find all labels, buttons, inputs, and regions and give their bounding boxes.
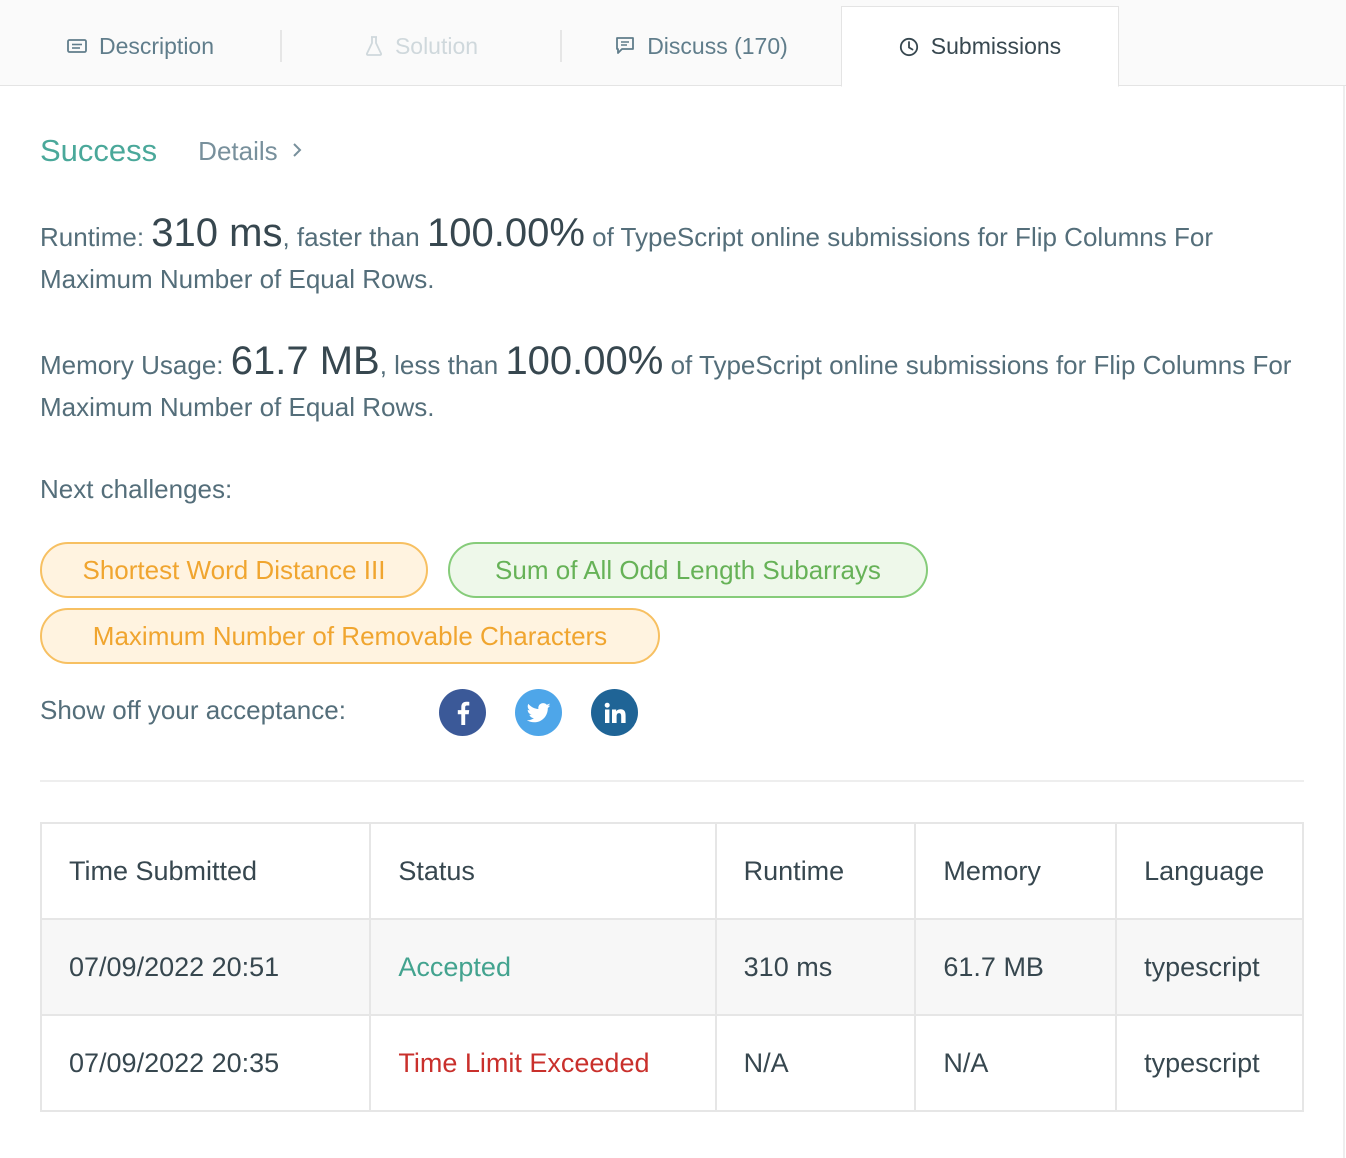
cell-memory: N/A [914, 1014, 1118, 1112]
tab-discuss-label: Discuss (170) [647, 32, 788, 59]
header-language: Language [1115, 822, 1304, 920]
result-header: Success Details [40, 133, 302, 169]
cell-time-submitted: 07/09/2022 20:51 [39, 918, 372, 1016]
tab-submissions[interactable]: Submissions [841, 6, 1119, 87]
problem-tab-bar: Description Solution Discuss (170) Submi… [0, 0, 1346, 87]
cell-memory: 61.7 MB [914, 918, 1118, 1016]
cell-language: typescript [1115, 918, 1304, 1016]
memory-value: 61.7 MB [230, 339, 380, 383]
tab-submissions-label: Submissions [930, 33, 1062, 59]
table-row: 07/09/2022 20:35 Time Limit Exceeded N/A… [39, 1014, 1304, 1112]
memory-percent: 100.00% [505, 339, 664, 383]
section-divider [40, 780, 1304, 782]
next-challenges-label: Next challenges: [40, 474, 233, 504]
chevron-right-icon [292, 138, 302, 164]
tab-description[interactable]: Description [0, 6, 281, 86]
runtime-label: Runtime: [40, 222, 152, 252]
cell-runtime: 310 ms [714, 918, 917, 1016]
submissions-table: Time Submitted Status Runtime Memory Lan… [39, 822, 1304, 1112]
challenge-chip[interactable]: Shortest Word Distance III [40, 542, 428, 598]
table-row: 07/09/2022 20:51 Accepted 310 ms 61.7 MB… [39, 918, 1304, 1016]
header-time-submitted: Time Submitted [39, 822, 372, 920]
header-runtime: Runtime [714, 822, 917, 920]
linkedin-icon[interactable] [591, 689, 638, 736]
cell-status-link[interactable]: Time Limit Exceeded [369, 1014, 717, 1112]
cell-time-submitted: 07/09/2022 20:35 [39, 1014, 372, 1112]
cell-status-link[interactable]: Accepted [369, 918, 717, 1016]
tab-discuss[interactable]: Discuss (170) [562, 6, 841, 86]
challenge-chip[interactable]: Maximum Number of Removable Characters [40, 608, 660, 664]
tab-solution[interactable]: Solution [282, 6, 561, 86]
runtime-percent: 100.00% [426, 211, 585, 255]
runtime-summary: Runtime: 310 ms, faster than 100.00% of … [40, 212, 1306, 300]
tab-description-label: Description [98, 32, 215, 59]
facebook-icon[interactable] [439, 689, 486, 736]
runtime-compare: , faster than [282, 222, 427, 252]
memory-label: Memory Usage: [40, 350, 231, 380]
panel-border [1343, 86, 1345, 1158]
memory-summary: Memory Usage: 61.7 MB, less than 100.00%… [40, 340, 1306, 428]
memory-compare: , less than [379, 350, 506, 380]
cell-runtime: N/A [714, 1014, 917, 1112]
result-status[interactable]: Success [40, 133, 157, 169]
comment-icon [615, 36, 635, 56]
share-label: Show off your acceptance: [40, 695, 346, 725]
runtime-value: 310 ms [151, 211, 283, 255]
details-label: Details [198, 135, 278, 166]
twitter-icon[interactable] [515, 689, 562, 736]
challenge-chip[interactable]: Sum of All Odd Length Subarrays [448, 542, 928, 598]
cell-language: typescript [1115, 1014, 1304, 1112]
description-icon [67, 38, 87, 54]
header-memory: Memory [914, 822, 1118, 920]
table-header-row: Time Submitted Status Runtime Memory Lan… [39, 822, 1304, 920]
flask-icon [365, 36, 383, 56]
details-link[interactable]: Details [198, 135, 302, 167]
tab-solution-label: Solution [394, 32, 479, 59]
clock-icon [899, 37, 919, 57]
header-status: Status [369, 822, 717, 920]
